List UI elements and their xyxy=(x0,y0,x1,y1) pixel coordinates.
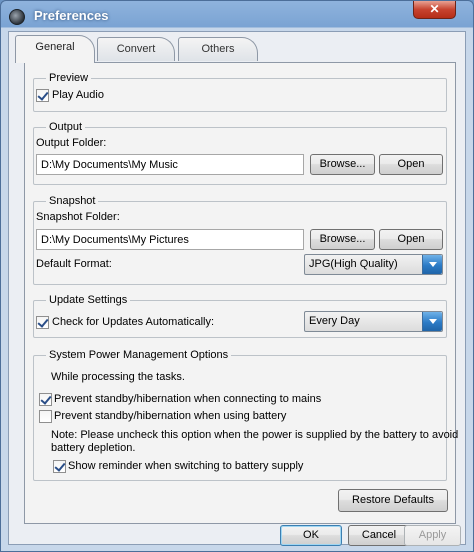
preview-group: Preview Play Audio xyxy=(33,72,447,112)
output-group: Output Output Folder: Browse... Open xyxy=(33,121,447,185)
snapshot-folder-input[interactable] xyxy=(36,229,304,250)
play-audio-label: Play Audio xyxy=(52,89,104,101)
tab-convert[interactable]: Convert xyxy=(97,37,175,61)
prevent-mains-label: Prevent standby/hibernation when connect… xyxy=(54,393,322,405)
update-frequency-select[interactable]: Every Day xyxy=(304,311,443,332)
update-frequency-value: Every Day xyxy=(309,315,360,327)
restore-defaults-button[interactable]: Restore Defaults xyxy=(338,489,448,512)
default-format-label: Default Format: xyxy=(36,258,112,270)
chevron-down-icon xyxy=(422,312,442,331)
power-intro-text: While processing the tasks. xyxy=(51,371,185,383)
check-updates-checkbox[interactable] xyxy=(36,316,49,329)
default-format-select[interactable]: JPG(High Quality) xyxy=(304,254,443,275)
power-management-group: System Power Management Options While pr… xyxy=(33,349,458,481)
battery-reminder-label: Show reminder when switching to battery … xyxy=(68,460,304,472)
general-tab-panel: Preview Play Audio Output Output Folder:… xyxy=(24,62,458,524)
window-title: Preferences xyxy=(34,8,109,23)
snapshot-group: Snapshot Snapshot Folder: Browse... Open… xyxy=(33,195,447,285)
prevent-battery-label: Prevent standby/hibernation when using b… xyxy=(54,410,287,422)
snapshot-open-button[interactable]: Open xyxy=(379,229,443,250)
chevron-down-icon xyxy=(422,255,442,274)
snapshot-browse-button[interactable]: Browse... xyxy=(310,229,375,250)
tab-general[interactable]: General xyxy=(15,35,95,63)
output-group-title: Output xyxy=(46,121,86,133)
snapshot-group-title: Snapshot xyxy=(46,195,99,207)
output-browse-button[interactable]: Browse... xyxy=(310,154,375,175)
update-settings-group-title: Update Settings xyxy=(46,294,131,306)
check-updates-label: Check for Updates Automatically: xyxy=(52,316,215,328)
cancel-button[interactable]: Cancel xyxy=(348,525,410,546)
preview-group-title: Preview xyxy=(46,72,92,84)
apply-button[interactable]: Apply xyxy=(404,525,461,546)
tab-others[interactable]: Others xyxy=(178,37,258,61)
battery-note-line2: battery depletion. xyxy=(51,442,136,454)
close-button[interactable]: ✕ xyxy=(413,1,456,19)
app-logo-icon xyxy=(9,9,25,25)
default-format-value: JPG(High Quality) xyxy=(309,258,398,270)
power-management-group-title: System Power Management Options xyxy=(46,349,232,361)
prevent-mains-checkbox[interactable] xyxy=(39,393,52,406)
output-folder-input[interactable] xyxy=(36,154,304,175)
title-bar[interactable]: Preferences ✕ xyxy=(1,1,473,31)
output-folder-label: Output Folder: xyxy=(36,137,107,149)
prevent-battery-checkbox[interactable] xyxy=(39,410,52,423)
snapshot-folder-label: Snapshot Folder: xyxy=(36,211,120,223)
output-open-button[interactable]: Open xyxy=(379,154,443,175)
preferences-window: Preferences ✕ General Convert Others Pre… xyxy=(0,0,474,552)
ok-button[interactable]: OK xyxy=(280,525,342,546)
update-settings-group: Update Settings Check for Updates Automa… xyxy=(33,294,447,338)
battery-note-line1: Note: Please uncheck this option when th… xyxy=(51,429,459,441)
battery-reminder-checkbox[interactable] xyxy=(53,460,66,473)
play-audio-checkbox[interactable] xyxy=(36,89,49,102)
